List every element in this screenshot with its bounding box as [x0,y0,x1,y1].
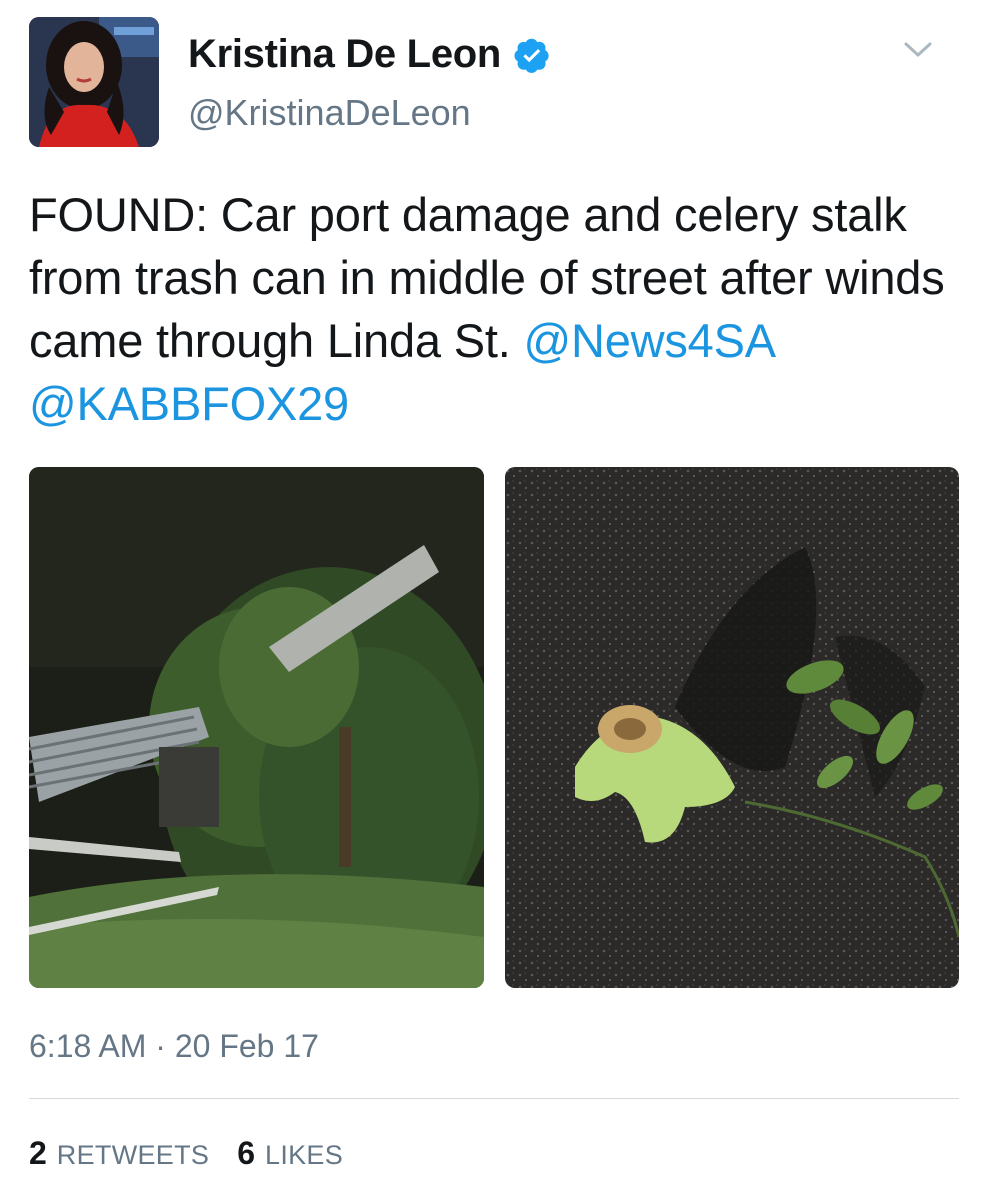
retweets-stat[interactable]: 2 RETWEETS [29,1135,209,1172]
mention-link-news4sa[interactable]: @News4SA [523,314,776,367]
author-display-name[interactable]: Kristina De Leon [188,32,501,77]
tweet-stats: 2 RETWEETS 6 LIKES [29,1135,371,1172]
retweets-count: 2 [29,1135,47,1171]
photo-celery-stalk [505,467,959,988]
author-handle[interactable]: @KristinaDeLeon [188,92,471,134]
more-options-chevron-icon[interactable] [900,38,936,62]
tweet-text-body: FOUND: Car port damage and celery stalk … [29,188,945,367]
author-name-row[interactable]: Kristina De Leon [188,32,551,77]
profile-photo [29,17,159,147]
likes-stat[interactable]: 6 LIKES [237,1135,343,1172]
retweets-label: RETWEETS [56,1140,210,1170]
tweet-timestamp[interactable]: 6:18 AM · 20 Feb 17 [29,1028,319,1065]
photo-carport-damage [29,467,484,988]
avatar[interactable] [29,17,159,147]
tweet-text: FOUND: Car port damage and celery stalk … [29,183,959,435]
mention-link-kabbfox29[interactable]: @KABBFOX29 [29,377,349,430]
verified-badge-icon [513,36,551,74]
tweet-image-1[interactable] [29,467,484,988]
divider [29,1098,959,1099]
likes-count: 6 [237,1135,255,1171]
likes-label: LIKES [265,1140,344,1170]
tweet-image-2[interactable] [505,467,959,988]
